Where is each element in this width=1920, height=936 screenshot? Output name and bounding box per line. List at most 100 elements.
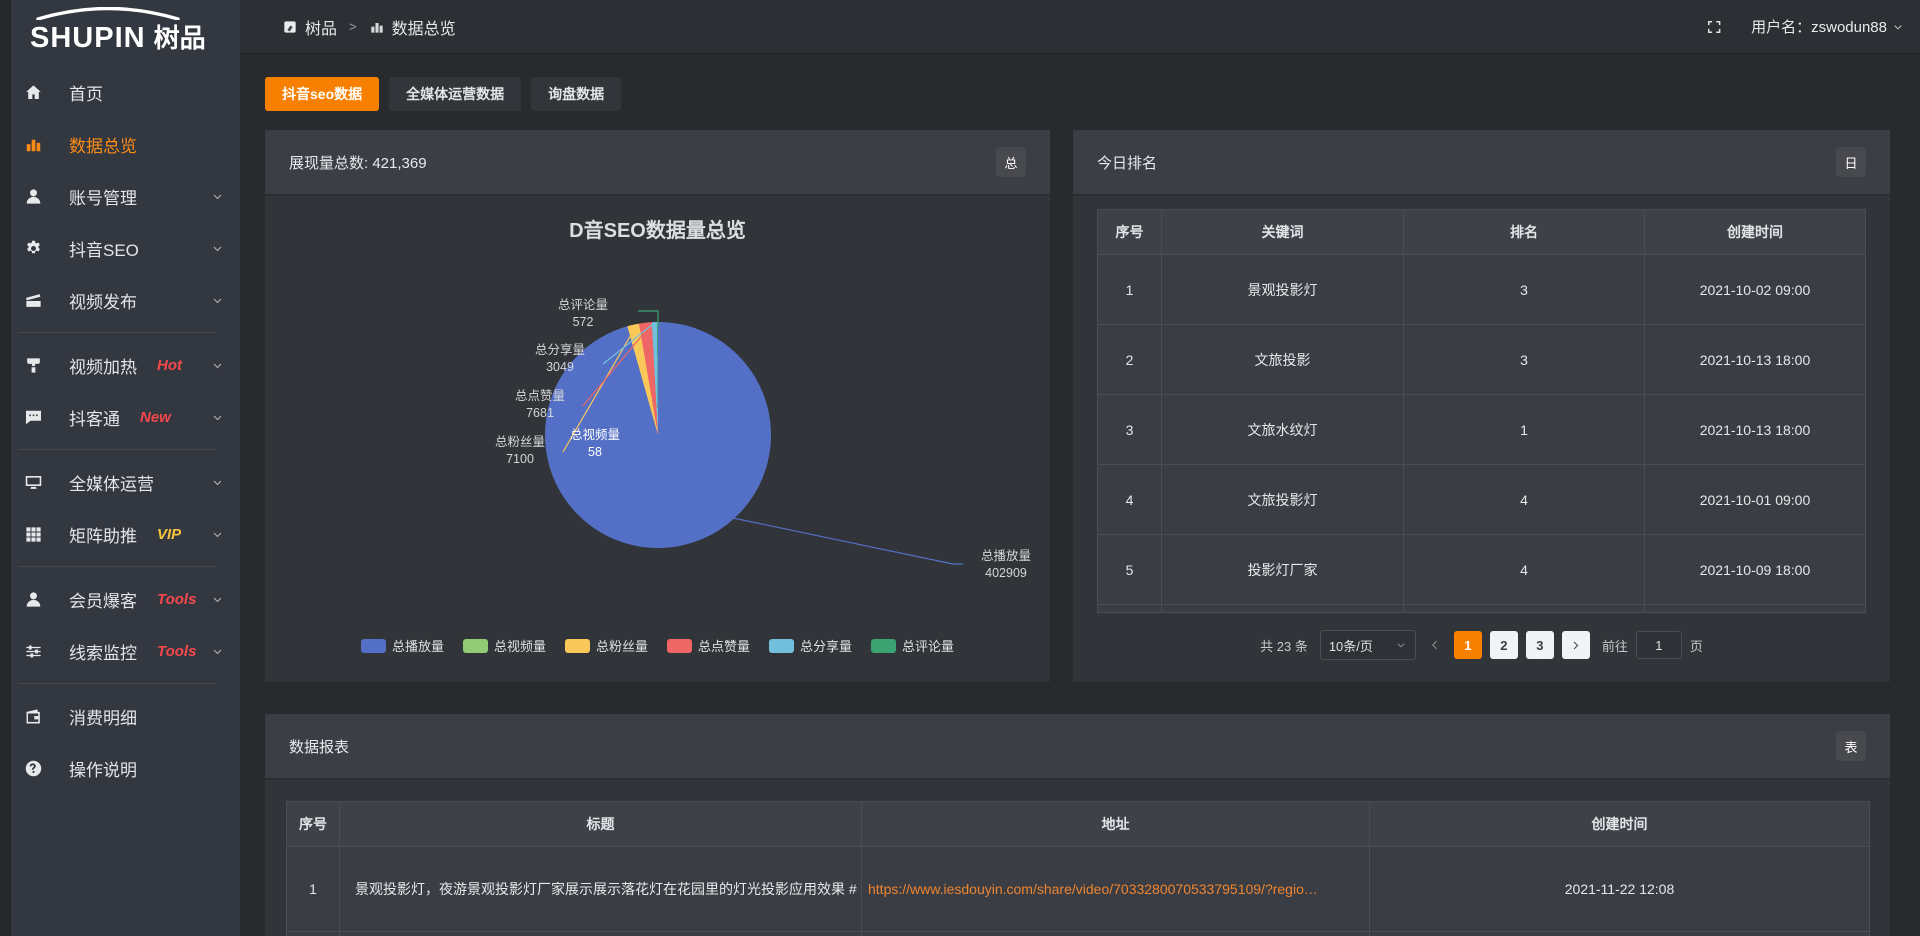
app-logo: SHUPIN 树品 — [0, 0, 240, 62]
report-header-row: 序号标题地址创建时间 — [287, 802, 1870, 847]
ranking-panel-header: 今日排名 日 — [1073, 130, 1890, 196]
sidebar-item-douyin-seo[interactable]: 抖音SEO — [0, 222, 240, 274]
column-header: 创建时间 — [1370, 802, 1870, 847]
member-icon — [24, 590, 43, 609]
legend-item[interactable]: 总粉丝量 — [565, 636, 648, 655]
username-label: 用户名：zswodun88 — [1751, 16, 1887, 37]
legend-item[interactable]: 总播放量 — [361, 636, 444, 655]
sidebar-item-label: 视频发布 — [69, 288, 137, 313]
sidebar-item-label: 视频加热 — [69, 353, 137, 378]
legend-item[interactable]: 总评论量 — [871, 636, 954, 655]
page-button-2[interactable]: 2 — [1490, 631, 1518, 659]
chevron-down-icon — [211, 294, 224, 307]
sidebar-item-home[interactable]: 首页 — [0, 66, 240, 118]
legend-item[interactable]: 总点赞量 — [667, 636, 750, 655]
report-panel: 数据报表 表 序号标题地址创建时间1景观投影灯，夜游景观投影灯厂家展示展示落花灯… — [265, 714, 1890, 936]
page-buttons: 123 — [1454, 631, 1590, 659]
pie-label: 总视频量58 — [553, 427, 637, 461]
sidebar-divider — [18, 683, 216, 684]
sidebar-item-label: 抖客通 — [69, 405, 120, 430]
legend-label: 总粉丝量 — [596, 636, 648, 655]
report-table-button[interactable]: 表 — [1836, 731, 1866, 761]
sidebar-item-clue-monitor[interactable]: 线索监控Tools — [0, 625, 240, 677]
sidebar-item-matrix-boost[interactable]: 矩阵助推VIP — [0, 508, 240, 560]
legend-item[interactable]: 总分享量 — [769, 636, 852, 655]
ranking-panel-title: 今日排名 — [1097, 152, 1157, 173]
data-tabs: 抖音seo数据全媒体运营数据询盘数据 — [265, 77, 1890, 111]
tab-0[interactable]: 抖音seo数据 — [265, 77, 379, 111]
video-icon — [24, 291, 43, 310]
chevron-down-icon — [211, 242, 224, 255]
fullscreen-icon[interactable] — [1705, 18, 1723, 36]
chevron-down-icon — [211, 645, 224, 658]
legend-swatch — [565, 639, 590, 653]
user-menu[interactable]: 用户名：zswodun88 — [1751, 16, 1904, 37]
sidebar: SHUPIN 树品 首页数据总览账号管理抖音SEO 视频发布视频加热Hot抖客通N… — [0, 0, 240, 936]
goto-page-input[interactable] — [1636, 631, 1682, 659]
prev-page-button[interactable] — [1428, 638, 1442, 652]
sidebar-item-label: 会员爆客 — [69, 587, 137, 612]
tab-2[interactable]: 询盘数据 — [531, 77, 621, 111]
page-size-value: 10条/页 — [1329, 636, 1373, 655]
sidebar-item-label: 首页 — [69, 80, 103, 105]
goto-label: 前往 — [1602, 636, 1628, 655]
goto-suffix: 页 — [1690, 636, 1703, 655]
logo-text-en: SHUPIN — [30, 22, 146, 55]
page-size-select[interactable]: 10条/页 — [1320, 630, 1416, 660]
sidebar-item-label: 线索监控 — [69, 639, 137, 664]
overview-panel: 展现量总数: 421,369 总 D音SEO数据量总览 总播放量402909总视… — [265, 130, 1050, 682]
sidebar-item-media-operation[interactable]: 全媒体运营 — [0, 456, 240, 508]
pie-label: 总评论量572 — [541, 297, 625, 331]
breadcrumb-current[interactable]: 数据总览 — [392, 15, 456, 39]
column-header: 创建时间 — [1645, 210, 1866, 255]
sidebar-divider — [18, 449, 216, 450]
sidebar-item-operation-guide[interactable]: 操作说明 — [0, 742, 240, 794]
app-window: SHUPIN 树品 首页数据总览账号管理抖音SEO视频发布视频加热Hot抖客通N… — [0, 0, 1920, 936]
sliders-icon — [24, 642, 43, 661]
ranking-day-button[interactable]: 日 — [1836, 147, 1866, 177]
chevron-down-icon — [211, 593, 224, 606]
column-header: 序号 — [287, 802, 340, 847]
video-link[interactable]: https://www.iesdouyin.com/share/video/70… — [868, 881, 1318, 897]
tab-1[interactable]: 全媒体运营数据 — [389, 77, 521, 111]
legend-label: 总点赞量 — [698, 636, 750, 655]
question-icon — [24, 759, 43, 778]
sidebar-item-video-publish[interactable]: 视频发布 — [0, 274, 240, 326]
pagination-total: 共 23 条 — [1260, 636, 1308, 655]
gear-icon — [24, 239, 43, 258]
heat-icon — [24, 356, 43, 375]
ranking-row: 4文旅投影灯42021-10-01 09:00 — [1098, 465, 1866, 535]
overview-total-button[interactable]: 总 — [996, 147, 1026, 177]
ranking-row: 3文旅水纹灯12021-10-13 18:00 — [1098, 395, 1866, 465]
ranking-header-row: 序号关键词排名创建时间 — [1098, 210, 1866, 255]
page-button-1[interactable]: 1 — [1454, 631, 1482, 659]
ranking-body: 序号关键词排名创建时间1景观投影灯32021-10-02 09:002文旅投影3… — [1073, 196, 1890, 660]
report-row: 1景观投影灯，夜游景观投影灯厂家展示展示落花灯在花园里的灯光投影应用效果 #ht… — [287, 847, 1870, 932]
sidebar-item-data-overview[interactable]: 数据总览 — [0, 118, 240, 170]
legend-swatch — [463, 639, 488, 653]
column-header: 地址 — [862, 802, 1370, 847]
sidebar-item-douketong[interactable]: 抖客通New — [0, 391, 240, 443]
column-header: 关键词 — [1162, 210, 1404, 255]
page-square-icon — [282, 19, 298, 35]
column-header: 标题 — [340, 802, 862, 847]
legend-swatch — [871, 639, 896, 653]
pie-label: 总粉丝量7100 — [478, 434, 562, 468]
sidebar-item-member-baoke[interactable]: 会员爆客 Tools — [0, 573, 240, 625]
breadcrumb-root[interactable]: 树品 — [305, 15, 337, 39]
sidebar-item-consume-detail[interactable]: 消费明细 — [0, 690, 240, 742]
legend-label: 总播放量 — [392, 636, 444, 655]
main-content: 抖音seo数据全媒体运营数据询盘数据 展现量总数: 421,369 总 D音SE… — [240, 54, 1920, 936]
legend-item[interactable]: 总视频量 — [463, 636, 546, 655]
sidebar-item-label: 全媒体运营 — [69, 470, 154, 495]
overview-panel-header: 展现量总数: 421,369 总 — [265, 130, 1050, 196]
legend-label: 总评论量 — [902, 636, 954, 655]
ranking-row-partial — [1098, 605, 1866, 613]
sidebar-item-video-heat[interactable]: 视频加热Hot — [0, 339, 240, 391]
pie-label: 总播放量402909 — [963, 548, 1049, 582]
chart-legend: 总播放量总视频量 总粉丝量 总点赞量总分享量 总评论量 — [265, 636, 1050, 655]
next-page-button[interactable] — [1562, 631, 1590, 659]
sidebar-item-account-manage[interactable]: 账号管理 — [0, 170, 240, 222]
page-button-3[interactable]: 3 — [1526, 631, 1554, 659]
sidebar-item-badge: Tools — [157, 591, 196, 608]
